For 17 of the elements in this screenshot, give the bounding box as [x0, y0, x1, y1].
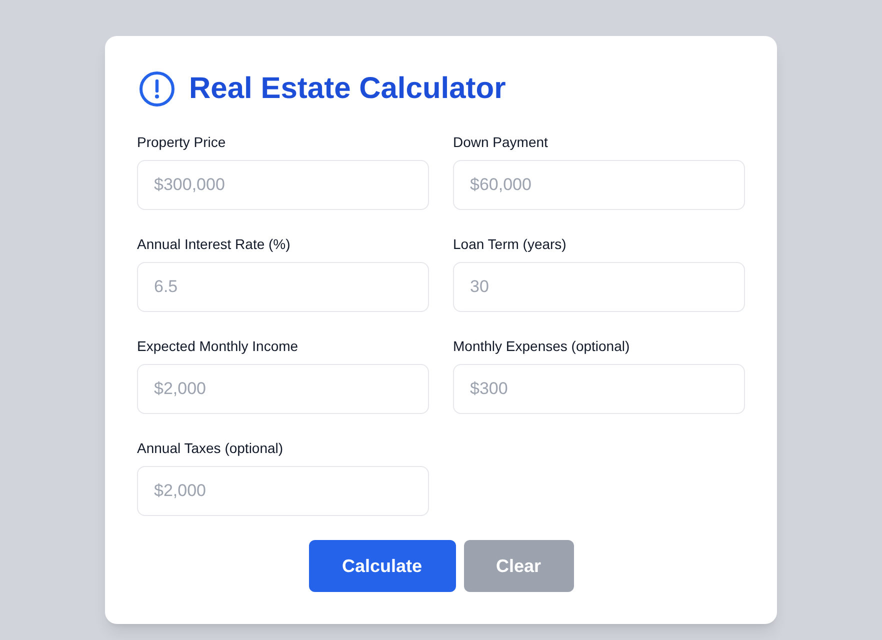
field-label: Annual Interest Rate (%)	[137, 235, 292, 254]
input-field[interactable]: $2,000	[137, 364, 429, 414]
exclamation-circle-icon	[139, 71, 175, 107]
input-field[interactable]: $300,000	[137, 160, 429, 210]
field-label: Annual Taxes (optional)	[137, 439, 284, 458]
input-field[interactable]: $300	[453, 364, 745, 414]
field-label: Loan Term (years)	[453, 235, 568, 254]
input-field[interactable]: 6.5	[137, 262, 429, 312]
calculate-button[interactable]: Calculate	[308, 540, 456, 592]
input-field[interactable]: 30	[453, 262, 745, 312]
field-label: Property Price	[137, 133, 227, 152]
input-field[interactable]: $60,000	[453, 160, 745, 210]
page-title: Real Estate Calculator	[189, 71, 506, 107]
field-label: Down Payment	[453, 133, 549, 152]
field-label: Expected Monthly Income	[137, 337, 300, 356]
input-field[interactable]: $2,000	[137, 466, 429, 516]
field-label: Monthly Expenses (optional)	[453, 337, 631, 356]
